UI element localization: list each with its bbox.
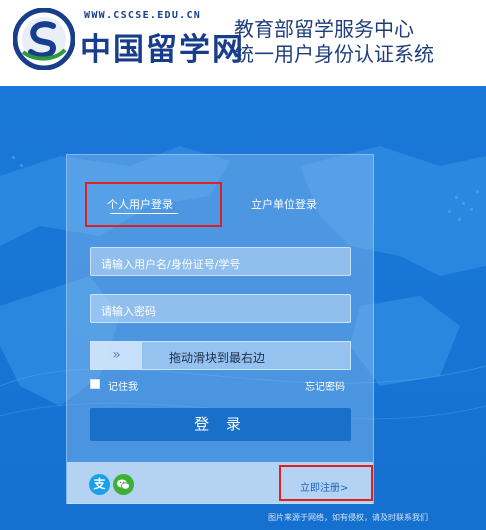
login-card: 个人用户登录 立户单位登录 请输入用户名/身份证号/学号 请输入密码 » 拖动滑…: [66, 154, 374, 504]
cscse-logo-icon: [13, 8, 75, 70]
username-placeholder: 请输入用户名/身份证号/学号: [101, 258, 241, 271]
annotation-highlight-register: [279, 465, 373, 501]
tab-organization-label: 立户单位登录: [251, 198, 317, 211]
double-chevron-right-icon[interactable]: »: [91, 342, 142, 369]
username-input[interactable]: 请输入用户名/身份证号/学号: [90, 247, 351, 276]
login-button[interactable]: 登 录: [90, 408, 351, 441]
annotation-highlight-tab: [85, 182, 222, 227]
alipay-icon[interactable]: 支: [89, 474, 110, 495]
site-url: WWW.CSCSE.EDU.CN: [84, 10, 202, 21]
wechat-glyph: [117, 479, 130, 490]
slide-verify-track[interactable]: » 拖动滑块到最右边: [90, 341, 351, 370]
wechat-icon[interactable]: [113, 474, 134, 495]
forgot-password-link[interactable]: 忘记密码: [305, 378, 345, 393]
card-footer: 支 立即注册>: [67, 462, 373, 504]
password-placeholder: 请输入密码: [101, 305, 156, 318]
slide-verify-text: 拖动滑块到最右边: [169, 351, 266, 365]
password-input[interactable]: 请输入密码: [90, 294, 351, 323]
header: WWW.CSCSE.EDU.CN 中国留学网 教育部留学服务中心 统一用户身份认…: [0, 0, 486, 86]
system-title-line2: 统一用户身份认证系统: [234, 42, 434, 66]
remember-me-checkbox[interactable]: [90, 379, 100, 389]
site-name: 中国留学网: [80, 32, 245, 68]
tab-organization-login[interactable]: 立户单位登录: [251, 196, 317, 212]
watermark-text: 图片来源于网络，如有侵权，请及时联系我们: [268, 513, 428, 522]
remember-me-label: 记住我: [108, 382, 138, 393]
